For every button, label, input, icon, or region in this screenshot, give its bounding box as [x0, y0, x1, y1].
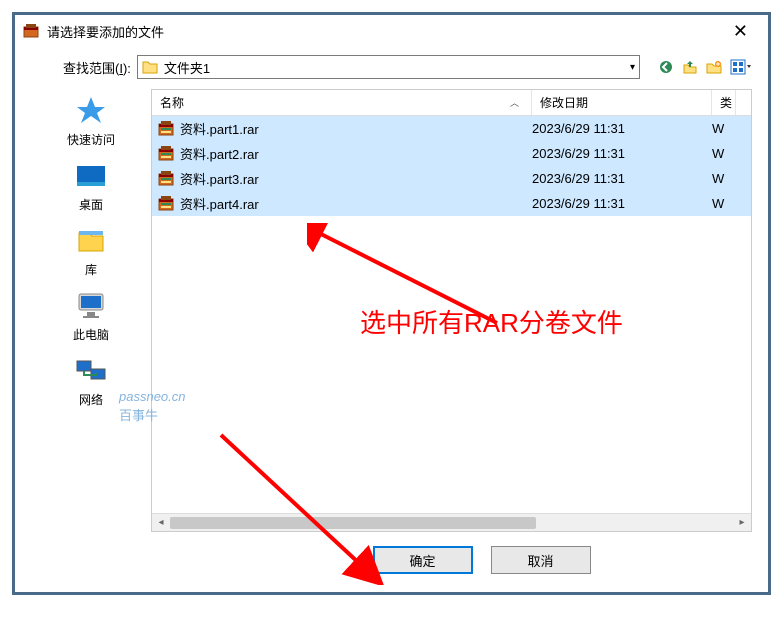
- close-button[interactable]: ✕: [721, 21, 760, 42]
- file-name: 资料.part1.rar: [180, 119, 259, 138]
- sidebar-item-label: 此电脑: [73, 326, 109, 343]
- cancel-button[interactable]: 取消: [491, 546, 591, 574]
- file-type: W: [712, 171, 724, 186]
- file-name: 资料.part4.rar: [180, 194, 259, 213]
- sidebar-item-label: 网络: [79, 391, 103, 408]
- column-header-date[interactable]: 修改日期: [532, 90, 712, 115]
- annotation-text: 选中所有RAR分卷文件: [360, 303, 623, 340]
- sort-caret-icon: ︿: [510, 96, 519, 109]
- file-row[interactable]: 资料.part1.rar 2023/6/29 11:31 W: [152, 116, 751, 141]
- watermark-brand: 百事牛: [119, 405, 158, 424]
- rar-file-icon: [158, 196, 174, 212]
- sidebar-item-desktop[interactable]: 桌面: [75, 160, 107, 213]
- file-type: W: [712, 146, 724, 161]
- sidebar-item-network[interactable]: 网络: [75, 355, 107, 408]
- rar-file-icon: [158, 121, 174, 137]
- file-date: 2023/6/29 11:31: [532, 171, 625, 186]
- watermark-url: passneo.cn: [119, 389, 186, 404]
- rar-file-icon: [158, 146, 174, 162]
- sidebar-item-label: 桌面: [79, 196, 103, 213]
- scroll-track[interactable]: [170, 515, 733, 531]
- scroll-thumb[interactable]: [170, 517, 536, 529]
- new-folder-icon[interactable]: [706, 59, 722, 75]
- file-type: W: [712, 121, 724, 136]
- lookin-folder-name: 文件夹1: [164, 58, 630, 77]
- file-name: 资料.part2.rar: [180, 144, 259, 163]
- winrar-app-icon: [23, 23, 39, 39]
- rar-file-icon: [158, 171, 174, 187]
- lookin-dropdown[interactable]: 文件夹1 ▾: [137, 55, 640, 79]
- titlebar: 请选择要添加的文件 ✕: [15, 15, 768, 47]
- file-date: 2023/6/29 11:31: [532, 146, 625, 161]
- file-row[interactable]: 资料.part2.rar 2023/6/29 11:31 W: [152, 141, 751, 166]
- sidebar-item-label: 库: [85, 261, 97, 278]
- lookin-label: 查找范围(I):: [63, 58, 131, 77]
- scroll-left-icon[interactable]: ◂: [152, 515, 170, 531]
- file-date: 2023/6/29 11:31: [532, 121, 625, 136]
- back-icon[interactable]: [658, 59, 674, 75]
- sidebar-item-libraries[interactable]: 库: [75, 225, 107, 278]
- sidebar-item-label: 快速访问: [67, 131, 115, 148]
- file-name: 资料.part3.rar: [180, 169, 259, 188]
- up-one-level-icon[interactable]: [682, 59, 698, 75]
- dialog-buttons: 确定 取消: [15, 532, 768, 592]
- folder-icon: [142, 59, 158, 75]
- places-sidebar: 快速访问 桌面 库 此电脑 网络: [31, 89, 151, 532]
- column-header-name[interactable]: 名称︿: [152, 90, 532, 115]
- chevron-down-icon: ▾: [630, 62, 635, 73]
- lookin-row: 查找范围(I): 文件夹1 ▾: [15, 47, 768, 89]
- view-menu-icon[interactable]: [730, 59, 752, 75]
- file-row[interactable]: 资料.part4.rar 2023/6/29 11:31 W: [152, 191, 751, 216]
- column-headers: 名称︿ 修改日期 类: [152, 90, 751, 116]
- column-header-type[interactable]: 类: [712, 90, 736, 115]
- horizontal-scrollbar[interactable]: ◂ ▸: [152, 513, 751, 531]
- dialog-title: 请选择要添加的文件: [47, 22, 721, 41]
- file-type: W: [712, 196, 724, 211]
- ok-button[interactable]: 确定: [373, 546, 473, 574]
- sidebar-item-quick-access[interactable]: 快速访问: [67, 95, 115, 148]
- file-date: 2023/6/29 11:31: [532, 196, 625, 211]
- sidebar-item-this-pc[interactable]: 此电脑: [73, 290, 109, 343]
- file-row[interactable]: 资料.part3.rar 2023/6/29 11:31 W: [152, 166, 751, 191]
- scroll-right-icon[interactable]: ▸: [733, 515, 751, 531]
